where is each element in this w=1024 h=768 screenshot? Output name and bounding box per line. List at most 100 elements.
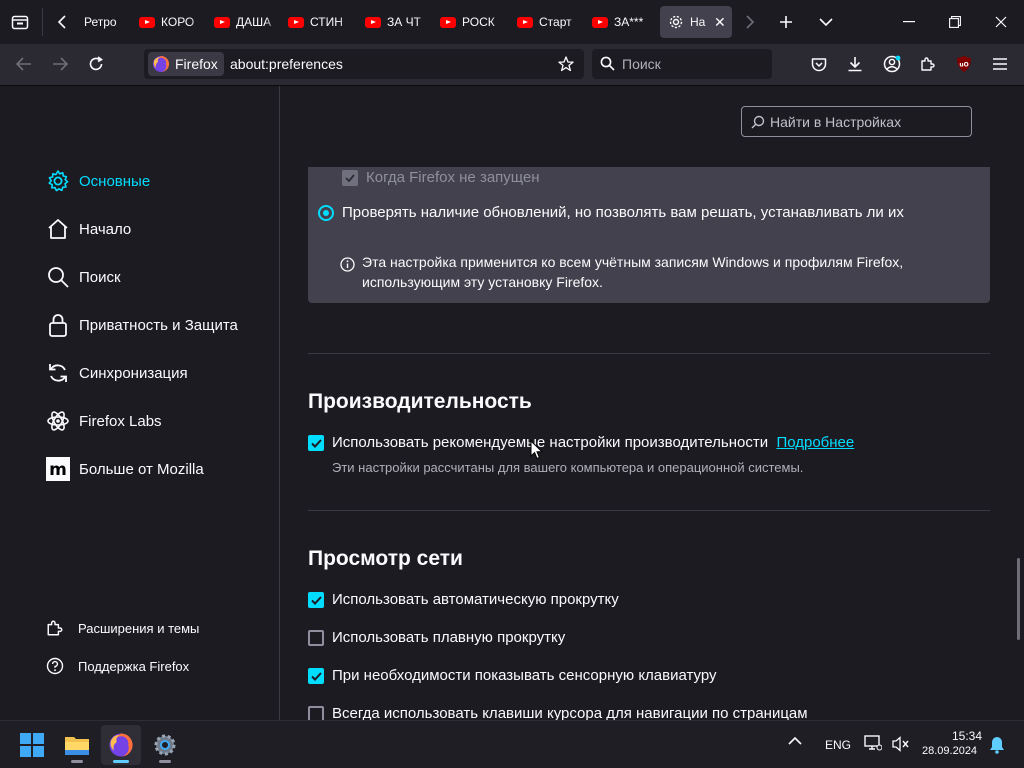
search-bar[interactable]: Поиск: [592, 49, 772, 79]
tab-label: ЗА ЧТ: [387, 15, 421, 29]
firefox-logo-icon: [109, 733, 133, 757]
puzzle-icon: [921, 57, 935, 71]
firefox-view-icon: [11, 15, 29, 30]
scrollbar-thumb[interactable]: [1017, 558, 1020, 640]
restore-button[interactable]: [932, 0, 978, 44]
tab-settings[interactable]: На ✕: [660, 6, 732, 38]
check-icon: [310, 438, 322, 448]
category-privacy[interactable]: Приватность и Защита: [46, 311, 238, 339]
bell-icon: [990, 737, 1004, 754]
downloads-button[interactable]: [840, 49, 870, 79]
preferences-search-input[interactable]: Найти в Настройках: [741, 106, 972, 137]
scroll-tabs-right-button[interactable]: [734, 6, 766, 38]
settings-taskbar-button[interactable]: [145, 725, 185, 765]
section-divider: [308, 353, 990, 354]
smooth-scroll-checkbox[interactable]: [308, 630, 324, 646]
category-search[interactable]: Поиск: [46, 263, 121, 291]
folder-icon: [65, 737, 89, 755]
touch-keyboard-label: При необходимости показывать сенсорную к…: [332, 667, 717, 684]
category-home[interactable]: Начало: [46, 215, 131, 243]
pocket-button[interactable]: [804, 49, 834, 79]
home-icon: [46, 217, 70, 241]
notifications-button[interactable]: [989, 736, 1005, 754]
category-general[interactable]: Основные: [46, 167, 150, 195]
input-language-indicator[interactable]: ENG: [825, 738, 851, 752]
ublock-origin-button[interactable]: uO: [949, 49, 979, 79]
url-text[interactable]: about:preferences: [230, 56, 343, 72]
tab-youtube-5[interactable]: РОСК: [432, 6, 504, 38]
account-button[interactable]: [877, 49, 907, 79]
learn-more-link[interactable]: Подробнее: [776, 434, 854, 451]
firefox-view-button[interactable]: [4, 6, 36, 38]
youtube-icon: [592, 16, 608, 28]
url-bar[interactable]: Firefox about:preferences: [144, 49, 584, 79]
clock-date[interactable]: 28.09.2024: [922, 745, 977, 757]
recommended-performance-description: Эти настройки рассчитаны для вашего комп…: [332, 460, 804, 475]
gear-icon: [46, 169, 70, 193]
minimize-button[interactable]: [886, 0, 932, 44]
puzzle-icon: [46, 619, 64, 637]
recommended-performance-label: Использовать рекомендуемые настройки про…: [332, 434, 854, 451]
caret-browsing-label: Всегда использовать клавиши курсора для …: [332, 705, 808, 720]
category-label: Firefox Labs: [79, 412, 162, 430]
chevron-down-icon: [819, 18, 833, 27]
tab-label: ЗА***: [614, 15, 644, 29]
tab-youtube-1[interactable]: КОРО: [131, 6, 203, 38]
arrow-left-icon: [16, 57, 31, 71]
category-sync[interactable]: Синхронизация: [46, 359, 188, 387]
tab-youtube-3[interactable]: СТИН: [280, 6, 352, 38]
caret-browsing-checkbox[interactable]: [308, 706, 324, 720]
youtube-icon: [288, 16, 304, 28]
category-firefox-labs[interactable]: Firefox Labs: [46, 407, 162, 435]
reload-icon: [89, 56, 103, 71]
start-button[interactable]: [12, 725, 52, 765]
show-hidden-icons-button[interactable]: [788, 736, 802, 746]
list-all-tabs-button[interactable]: [810, 6, 842, 38]
clock-time[interactable]: 15:34: [952, 729, 982, 743]
tab-youtube-7[interactable]: ЗА***: [584, 6, 656, 38]
identity-box[interactable]: Firefox: [148, 52, 224, 76]
info-text-line1: Эта настройка применится ко всем учётным…: [362, 254, 904, 270]
gear-icon: [154, 734, 176, 756]
chevron-left-icon: [57, 15, 66, 29]
back-button[interactable]: [9, 49, 39, 79]
recommended-performance-checkbox[interactable]: [308, 435, 324, 451]
mouse-cursor-icon: [530, 440, 543, 460]
tab-youtube-6[interactable]: Старт: [509, 6, 581, 38]
scroll-tabs-left-button[interactable]: [46, 6, 78, 38]
network-status-icon[interactable]: [864, 735, 882, 751]
touch-keyboard-checkbox[interactable]: [308, 668, 324, 684]
info-text-line2: использующим эту установку Firefox.: [362, 274, 603, 290]
new-tab-button[interactable]: [770, 6, 802, 38]
close-icon: [995, 16, 1007, 28]
check-updates-radio[interactable]: [318, 205, 334, 221]
youtube-icon: [214, 16, 230, 28]
search-icon: [751, 115, 765, 129]
category-label: Синхронизация: [79, 364, 188, 382]
tab-youtube-4[interactable]: ЗА ЧТ: [357, 6, 429, 38]
performance-heading: Производительность: [308, 390, 532, 413]
file-explorer-button[interactable]: [57, 725, 97, 765]
reload-button[interactable]: [81, 49, 111, 79]
running-indicator: [159, 760, 171, 763]
support-link[interactable]: Поддержка Firefox: [46, 655, 189, 677]
addons-link[interactable]: Расширения и темы: [46, 617, 199, 639]
volume-muted-icon[interactable]: [892, 736, 910, 752]
forward-button[interactable]: [45, 49, 75, 79]
minimize-icon: [903, 21, 915, 23]
app-menu-button[interactable]: [985, 49, 1015, 79]
running-indicator: [113, 760, 129, 763]
firefox-taskbar-button[interactable]: [101, 725, 141, 765]
arrow-right-icon: [53, 57, 68, 71]
hamburger-icon: [993, 58, 1007, 70]
restore-icon: [949, 16, 961, 28]
extensions-button[interactable]: [913, 49, 943, 79]
smooth-scroll-label: Использовать плавную прокрутку: [332, 629, 566, 646]
category-more-from-mozilla[interactable]: m Больше от Mozilla: [46, 455, 204, 483]
bookmark-star-button[interactable]: [558, 56, 574, 72]
close-window-button[interactable]: [978, 0, 1024, 44]
tab-youtube-2[interactable]: ДАША: [206, 6, 278, 38]
when-not-running-checkbox[interactable]: [342, 170, 358, 186]
autoscroll-checkbox[interactable]: [308, 592, 324, 608]
close-tab-icon[interactable]: ✕: [714, 14, 726, 31]
